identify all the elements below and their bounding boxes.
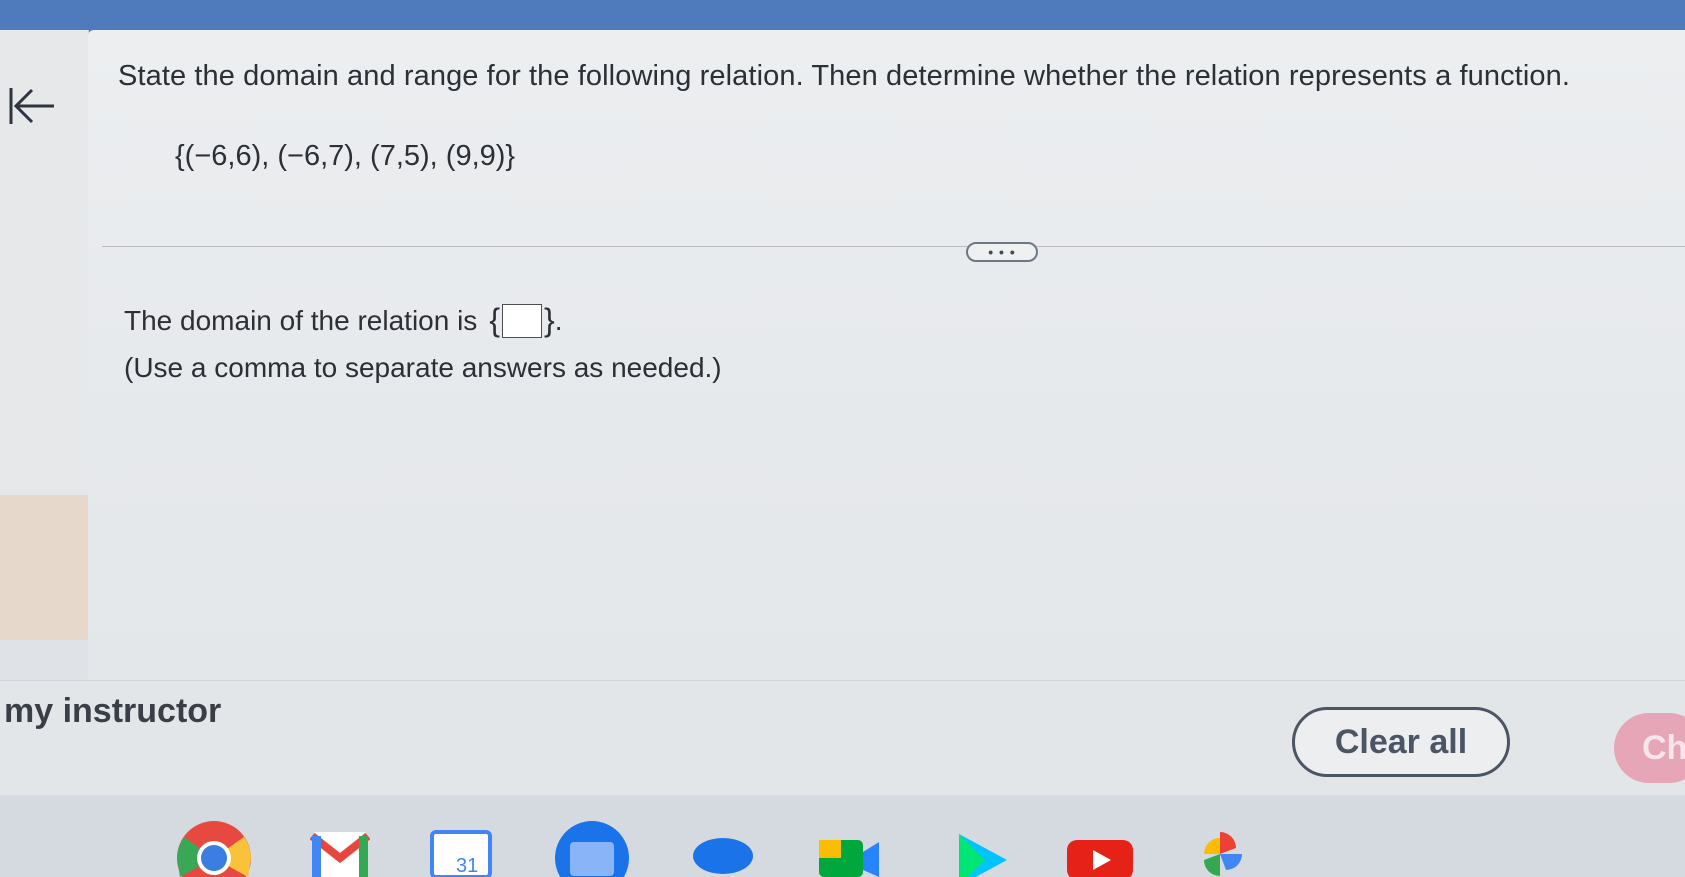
expand-more-button[interactable]: • • •: [966, 242, 1038, 262]
calendar-day-text: 31: [456, 855, 478, 877]
question-prompt: State the domain and range for the follo…: [118, 60, 1570, 92]
play-store-icon[interactable]: [955, 832, 1011, 877]
answer-instruction: (Use a comma to separate answers as need…: [124, 352, 722, 383]
domain-answer-row: The domain of the relation is { } .: [124, 302, 562, 339]
domain-answer-input[interactable]: [502, 303, 542, 338]
more-dots-icon: • • •: [988, 244, 1016, 260]
open-brace: {: [489, 302, 500, 338]
back-arrow-icon[interactable]: [8, 84, 56, 128]
chrome-icon[interactable]: [176, 820, 252, 877]
side-panel-accent: [0, 495, 88, 640]
youtube-icon[interactable]: [1065, 836, 1135, 877]
chat-icon[interactable]: [690, 832, 756, 877]
relation-set: {(−6,6), (−6,7), (7,5), (9,9)}: [175, 140, 516, 172]
photos-icon[interactable]: [1190, 830, 1250, 877]
section-divider: [102, 246, 1685, 247]
period: .: [554, 304, 563, 336]
calendar-icon[interactable]: 31: [430, 830, 492, 877]
ask-instructor-link[interactable]: my instructor: [4, 692, 221, 731]
domain-label: The domain of the relation is: [124, 304, 478, 336]
gmail-icon[interactable]: [310, 828, 370, 877]
clear-all-button[interactable]: Clear all: [1292, 707, 1510, 777]
files-icon[interactable]: [554, 820, 630, 877]
check-answer-button[interactable]: Ch: [1614, 713, 1685, 783]
meet-icon[interactable]: [815, 830, 881, 877]
close-brace: }: [544, 302, 555, 338]
